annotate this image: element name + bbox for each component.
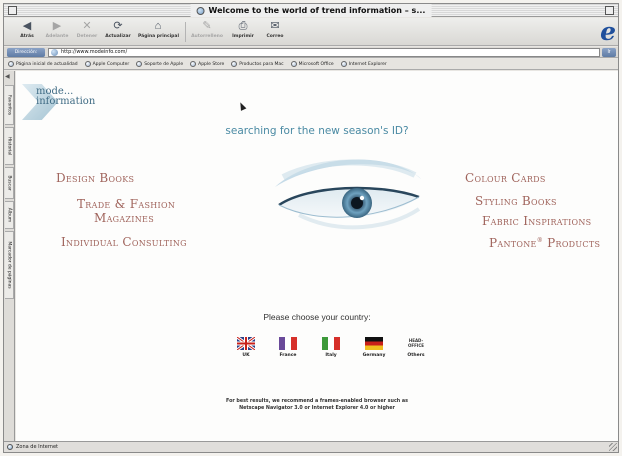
go-button[interactable]: Ir — [602, 48, 616, 57]
favorite-link[interactable]: Internet Explorer — [340, 61, 387, 67]
sidebar-tab-search[interactable]: Buscar — [5, 167, 14, 199]
close-box[interactable] — [8, 6, 17, 15]
toolbar: ◀ Atrás ▶ Adelante ✕ Detener ⟳ Actualiza… — [4, 18, 618, 46]
address-label: Dirección: — [7, 48, 45, 57]
favorite-globe-icon — [84, 61, 91, 67]
registered-mark: ® — [536, 237, 543, 244]
favorite-globe-icon — [290, 61, 297, 67]
favorite-globe-icon — [231, 61, 238, 67]
sidebar-tab-album[interactable]: Álbum — [5, 201, 14, 229]
page-content: mode... information searching for the ne… — [16, 71, 618, 441]
status-text: Zona de Internet — [16, 444, 58, 450]
browser-recommendation: For best results, we recommend a frames-… — [226, 399, 408, 411]
favorite-link[interactable]: Microsoft Office — [290, 61, 334, 67]
favorites-bar: Página inicial de actualidad Apple Compu… — [4, 59, 618, 70]
design-books-link[interactable]: Design Books — [56, 171, 134, 185]
italy-flag-icon — [322, 337, 340, 350]
status-bar: Zona de Internet — [4, 441, 618, 452]
germany-flag-icon — [365, 337, 383, 350]
autofill-icon: ✎ — [202, 20, 212, 32]
choose-country-heading: Please choose your country: — [263, 312, 371, 322]
window-title: Welcome to the world of trend informatio… — [190, 4, 432, 17]
print-icon: ⎙ — [238, 20, 248, 32]
zoom-box[interactable] — [605, 6, 614, 15]
back-button[interactable]: ◀ Atrás — [16, 20, 38, 44]
country-france[interactable]: France — [274, 337, 302, 358]
stop-icon: ✕ — [82, 20, 92, 32]
back-arrow-icon: ◀ — [22, 20, 32, 32]
mode-information-logo[interactable]: mode... information — [22, 84, 95, 120]
favorite-globe-icon — [340, 61, 347, 67]
page-globe-icon — [196, 6, 205, 15]
country-germany[interactable]: Germany — [360, 337, 388, 358]
styling-books-link[interactable]: Styling Books — [475, 194, 557, 208]
home-icon: ⌂ — [154, 20, 162, 32]
fabric-inspirations-link[interactable]: Fabric Inspirations — [482, 214, 591, 228]
individual-consulting-link[interactable]: Individual Consulting — [61, 235, 187, 249]
pantone-products-link[interactable]: Pantone® Products — [489, 234, 600, 250]
sidebar-tab-favorites[interactable]: Favoritos — [5, 85, 14, 125]
country-uk[interactable]: UK — [232, 337, 260, 358]
toolbar-separator — [185, 22, 186, 42]
head-office-badge: HEAD-OFFICE — [407, 338, 425, 348]
refresh-button[interactable]: ⟳ Actualizar — [103, 20, 133, 44]
resize-handle[interactable] — [609, 443, 617, 451]
print-button[interactable]: ⎙ Imprimir — [228, 20, 258, 44]
colour-cards-link[interactable]: Colour Cards — [465, 171, 546, 185]
favorite-globe-icon — [136, 61, 143, 67]
mouse-cursor-icon — [237, 101, 247, 111]
magazines-link[interactable]: Magazines — [94, 211, 154, 225]
country-selector: UK France Italy Germany HEAD-OFFICE Othe… — [232, 337, 432, 367]
favorite-link[interactable]: Soporte de Apple — [136, 61, 183, 67]
window-title-text: Welcome to the world of trend informatio… — [208, 6, 426, 15]
autofill-button[interactable]: ✎ Autorrelleno — [190, 20, 224, 44]
trade-fashion-link[interactable]: Trade & Fashion — [77, 197, 175, 211]
sidebar-tab-page-holder[interactable]: Marcador de páginas — [5, 231, 14, 299]
internet-zone-icon — [7, 444, 13, 450]
favorite-link[interactable]: Apple Store — [190, 61, 224, 67]
refresh-icon: ⟳ — [113, 20, 123, 32]
url-input[interactable]: http://www.modeinfo.com/ — [48, 48, 600, 57]
mail-button[interactable]: ✉ Correo — [262, 20, 288, 44]
france-flag-icon — [279, 337, 297, 350]
favorite-link[interactable]: Apple Computer — [84, 61, 129, 67]
favorite-link[interactable]: Productos para Mac — [231, 61, 284, 67]
forward-arrow-icon: ▶ — [52, 20, 62, 32]
favorite-globe-icon — [8, 61, 14, 67]
pantone-text: Pantone — [489, 236, 537, 250]
uk-flag-icon — [237, 337, 255, 350]
mail-icon: ✉ — [270, 20, 280, 32]
country-italy[interactable]: Italy — [317, 337, 345, 358]
explorer-bar: ◀ Favoritos Historial Buscar Álbum Marca… — [4, 71, 15, 441]
address-bar: Dirección: http://www.modeinfo.com/ Ir — [4, 47, 618, 58]
favorite-link[interactable]: Página inicial de actualidad — [8, 61, 78, 67]
country-others[interactable]: HEAD-OFFICE Others — [402, 337, 430, 358]
home-button[interactable]: ⌂ Página principal — [138, 20, 179, 44]
sidebar-tab-history[interactable]: Historial — [5, 127, 14, 165]
stop-button[interactable]: ✕ Detener — [75, 20, 99, 44]
internet-explorer-logo: e — [600, 17, 616, 46]
url-text: http://www.modeinfo.com/ — [61, 49, 128, 55]
page-globe-icon — [51, 49, 58, 56]
forward-button[interactable]: ▶ Adelante — [44, 20, 70, 44]
tagline: searching for the new season's ID? — [225, 125, 409, 137]
eye-image — [275, 159, 421, 230]
favorite-globe-icon — [190, 61, 197, 67]
products-text: Products — [547, 236, 601, 250]
browser-window: Welcome to the world of trend informatio… — [3, 3, 619, 453]
title-bar[interactable]: Welcome to the world of trend informatio… — [4, 4, 618, 17]
collapse-arrow-icon[interactable]: ◀ — [5, 73, 10, 80]
